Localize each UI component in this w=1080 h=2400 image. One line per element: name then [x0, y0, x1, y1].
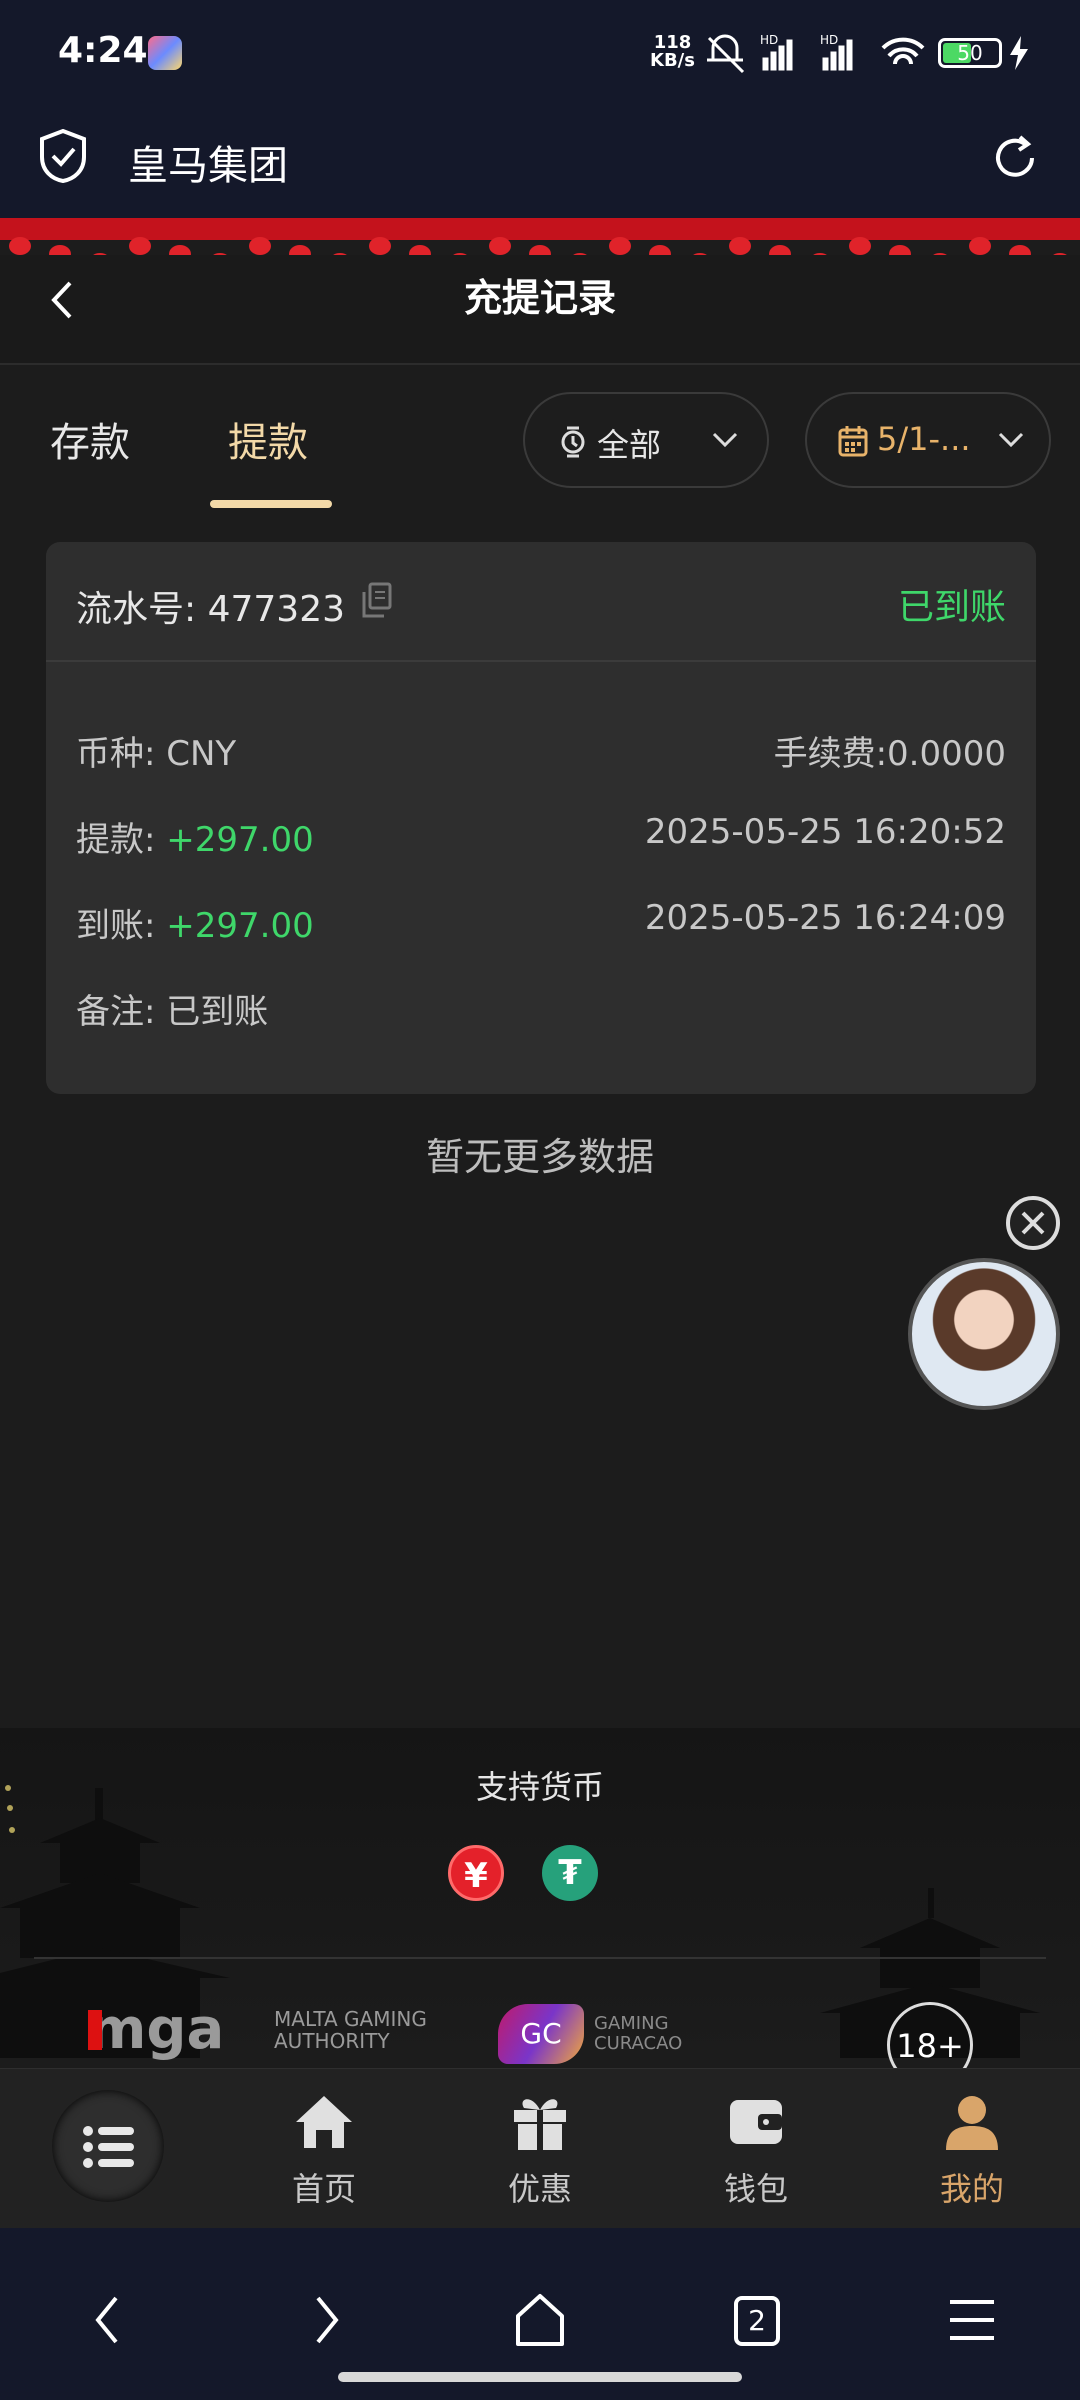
no-more-data-text: 暂无更多数据 [425, 1135, 654, 1179]
record-card-header: 流水号: 477323 已到账 [46, 542, 1036, 662]
currency-label: 币种: CNY [76, 734, 237, 774]
serial-number: 流水号: 477323 [76, 589, 345, 630]
usdt-currency-icon: ₮ [542, 1845, 598, 1901]
tab-promotions[interactable]: 优惠 [470, 2090, 610, 2210]
arrive-row: 到账: +297.00 [76, 906, 314, 946]
status-filter-dropdown[interactable]: 全部 [523, 392, 769, 488]
user-icon [946, 2096, 998, 2150]
app-header: 皇马集团 [0, 105, 1080, 220]
supported-currency-title: 支持货币 [475, 1768, 604, 1806]
arrive-amount: +297.00 [166, 906, 314, 946]
home-icon [296, 2096, 352, 2148]
game-app-icon [148, 36, 182, 70]
active-tab-underline [210, 500, 332, 508]
lantern [729, 237, 751, 255]
status-time: 4:24 [58, 30, 148, 71]
watch-icon [561, 426, 585, 458]
mga-logo: mga MALTA GAMING AUTHORITY [88, 1997, 427, 2062]
browser-back-icon[interactable] [88, 2292, 128, 2348]
tab-withdraw[interactable]: 提款 [228, 410, 308, 468]
cny-currency-icon: ¥ [448, 1845, 504, 1901]
menu-button[interactable] [52, 2090, 164, 2202]
footer-divider [34, 1957, 1046, 1959]
gift-icon [514, 2099, 566, 2150]
chevron-down-icon [712, 432, 738, 448]
date-filter-dropdown[interactable]: 5/1-... [805, 392, 1051, 488]
tab-wallet[interactable]: 钱包 [686, 2090, 826, 2210]
wallet-icon [730, 2100, 782, 2144]
browser-forward-icon[interactable] [306, 2292, 346, 2348]
calendar-icon [838, 426, 868, 457]
lantern [969, 237, 991, 255]
fee-label: 手续费:0.0000 [773, 734, 1006, 774]
battery-indicator: 50 [938, 38, 1002, 68]
withdraw-time: 2025-05-25 16:20:52 [644, 812, 1006, 852]
shield-check-icon [40, 129, 86, 183]
gaming-curacao-logo: GC GAMING CURACAO [494, 2000, 714, 2070]
note-label: 备注: 已到账 [76, 992, 269, 1032]
svg-text:HD: HD [760, 33, 778, 47]
tab-mine[interactable]: 我的 [902, 2090, 1042, 2210]
browser-menu-icon[interactable] [948, 2298, 996, 2342]
tabs-count-button[interactable]: 2 [734, 2296, 780, 2346]
refresh-icon[interactable] [990, 133, 1040, 183]
page-title: 充提记录 [463, 276, 616, 320]
withdraw-row: 提款: +297.00 [76, 820, 314, 860]
customer-service-avatar[interactable] [908, 1258, 1060, 1410]
chevron-down-icon [998, 432, 1024, 448]
status-bar: 4:24 118 KB/s HD HD 50 [0, 0, 1080, 105]
date-filter-value: 5/1-... [877, 420, 971, 458]
charging-icon [1010, 36, 1028, 70]
lantern [849, 237, 871, 255]
withdraw-amount: +297.00 [166, 820, 314, 860]
lantern [249, 237, 271, 255]
network-speed: 118 KB/s [650, 32, 695, 71]
arrive-time: 2025-05-25 16:24:09 [644, 898, 1006, 938]
close-icon[interactable] [1004, 1194, 1062, 1252]
tab-deposit[interactable]: 存款 [50, 410, 130, 468]
tab-home[interactable]: 首页 [254, 2090, 394, 2210]
lantern [129, 237, 151, 255]
gesture-home-bar[interactable] [338, 2372, 742, 2382]
app-title: 皇马集团 [128, 143, 288, 189]
svg-text:HD: HD [820, 33, 838, 47]
lantern [9, 237, 31, 255]
status-filter-value: 全部 [597, 426, 662, 464]
lantern [609, 237, 631, 255]
nav-bar: 充提记录 [0, 255, 1080, 365]
status-badge: 已到账 [897, 587, 1006, 628]
withdraw-record-card: 流水号: 477323 已到账 币种: CNY 手续费:0.0000 提款: +… [46, 542, 1036, 1094]
mga-mark [88, 2010, 102, 2050]
lantern [489, 237, 511, 255]
list-icon [83, 2126, 134, 2168]
browser-home-icon[interactable] [514, 2292, 566, 2348]
lantern [369, 237, 391, 255]
copy-icon[interactable] [358, 582, 394, 620]
